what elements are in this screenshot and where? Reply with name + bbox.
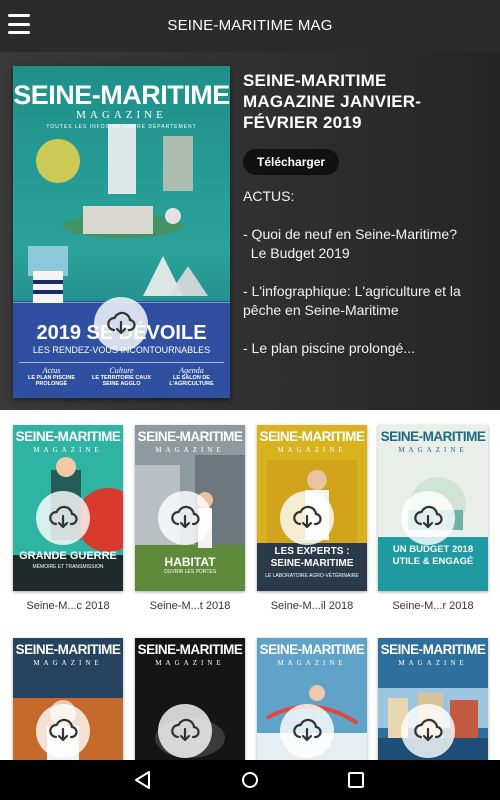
issue-label: Seine-M...c 2018	[26, 600, 110, 612]
issue-masthead: SEINE-MARITIME	[15, 429, 121, 444]
cloud-download-icon[interactable]	[94, 297, 148, 351]
issue-tile[interactable]: SEINE-MARITIME MAGAZINE	[135, 638, 245, 760]
issue-masthead: SEINE-MARITIME	[259, 429, 365, 444]
cover-teaser: Culture LE TERRITOIRE CAUX SEINE AGGLO	[92, 366, 151, 387]
featured-description: ACTUS: - Quoi de neuf en Seine-Maritime?…	[243, 187, 483, 358]
issue-submasthead: MAGAZINE	[33, 446, 103, 454]
issue-cover: SEINE-MARITIME MAGAZINE UN BUDGET 2018 U…	[378, 425, 488, 591]
issue-label: Seine-M...t 2018	[149, 600, 231, 612]
cover-teaser: Actus LE PLAN PISCINE PROLONGÉ	[27, 366, 76, 387]
issue-masthead: SEINE-MARITIME	[137, 642, 243, 657]
issue-cover: SEINE-MARITIME MAGAZINE	[257, 638, 367, 760]
issue-tile[interactable]: SEINE-MARITIME MAGAZINE	[378, 638, 488, 760]
cover-submasthead: MAGAZINE	[76, 109, 167, 121]
cover-teaser: Agenda LE SALON DE L'AGRICULTURE	[169, 366, 214, 387]
cloud-download-icon[interactable]	[280, 704, 334, 758]
cloud-download-icon[interactable]	[158, 491, 212, 545]
issue-subheadline: MÉMOIRE ET TRANSMISSION	[32, 564, 104, 570]
issue-masthead: SEINE-MARITIME	[15, 642, 121, 657]
nav-recents-icon[interactable]	[344, 768, 368, 792]
cloud-download-icon[interactable]	[401, 704, 455, 758]
issue-submasthead: MAGAZINE	[155, 446, 225, 454]
featured-cover[interactable]: SEINE-MARITIME MAGAZINE TOUTES LES INFOS…	[13, 66, 230, 398]
featured-info: SEINE-MARITIME MAGAZINE JANVIER-FÉVRIER …	[243, 70, 483, 358]
issue-submasthead: MAGAZINE	[155, 659, 225, 667]
issue-submasthead: MAGAZINE	[33, 659, 103, 667]
description-line: ACTUS:	[243, 188, 295, 204]
system-nav-bar	[0, 760, 500, 800]
issue-cover: SEINE-MARITIME MAGAZINE	[378, 638, 488, 760]
description-line: - Le plan piscine prolongé...	[243, 340, 415, 356]
issue-tile[interactable]: SEINE-MARITIME MAGAZINE GRANDE GUERRE MÉ…	[13, 425, 123, 612]
issues-grid: SEINE-MARITIME MAGAZINE GRANDE GUERRE MÉ…	[0, 410, 500, 760]
issue-submasthead: MAGAZINE	[277, 659, 347, 667]
cover-tagline: TOUTES LES INFOS DE VOTRE DÉPARTEMENT	[46, 124, 197, 130]
issue-submasthead: MAGAZINE	[398, 659, 468, 667]
download-button[interactable]: Télécharger	[243, 149, 340, 175]
issue-masthead: SEINE-MARITIME	[137, 429, 243, 444]
app-title: SEINE-MARITIME MAG	[167, 17, 333, 34]
issue-cover: SEINE-MARITIME MAGAZINE GRANDE GUERRE MÉ…	[13, 425, 123, 591]
issue-cover: SEINE-MARITIME MAGAZINE	[13, 638, 123, 760]
issue-tile[interactable]: SEINE-MARITIME MAGAZINE	[257, 638, 367, 760]
cloud-download-icon[interactable]	[36, 491, 90, 545]
issue-cover: SEINE-MARITIME MAGAZINE HABITAT OUVRIR L…	[135, 425, 245, 591]
issue-tile[interactable]: SEINE-MARITIME MAGAZINE HABITAT OUVRIR L…	[135, 425, 245, 612]
issue-masthead: SEINE-MARITIME	[259, 642, 365, 657]
description-line: - Quoi de neuf en Seine-Maritime?	[243, 226, 457, 242]
issue-headline: LES EXPERTS : SEINE-MARITIME	[270, 546, 354, 569]
issue-headline: GRANDE GUERRE	[19, 550, 117, 562]
cloud-download-icon[interactable]	[36, 704, 90, 758]
issue-subheadline: OUVRIR LES PORTES	[163, 569, 217, 575]
issue-masthead: SEINE-MARITIME	[380, 642, 486, 657]
nav-home-icon[interactable]	[238, 768, 262, 792]
cover-masthead: SEINE-MARITIME	[13, 80, 230, 110]
cloud-download-icon[interactable]	[280, 491, 334, 545]
nav-back-icon[interactable]	[131, 768, 155, 792]
issue-submasthead: MAGAZINE	[277, 446, 347, 454]
featured-title: SEINE-MARITIME MAGAZINE JANVIER-FÉVRIER …	[243, 71, 422, 132]
issue-masthead: SEINE-MARITIME	[380, 429, 486, 444]
issue-cover: SEINE-MARITIME MAGAZINE LES EXPERTS : SE…	[257, 425, 367, 591]
issue-label: Seine-M...r 2018	[392, 600, 474, 612]
description-line: - L'infographique: L'agriculture et la p…	[243, 283, 461, 318]
issue-tile[interactable]: SEINE-MARITIME MAGAZINE LES EXPERTS : SE…	[257, 425, 367, 612]
description-line: Le Budget 2019	[243, 245, 350, 261]
issue-headline: UN BUDGET 2018 UTILE & ENGAGÉ	[392, 544, 474, 567]
cloud-download-icon[interactable]	[158, 704, 212, 758]
issue-tile[interactable]: SEINE-MARITIME MAGAZINE	[13, 638, 123, 760]
issue-label: Seine-M...il 2018	[270, 600, 354, 612]
cloud-download-icon[interactable]	[401, 491, 455, 545]
featured-issue: SEINE-MARITIME MAGAZINE TOUTES LES INFOS…	[0, 52, 500, 410]
issue-submasthead: MAGAZINE	[398, 446, 468, 454]
cover-teasers: Actus LE PLAN PISCINE PROLONGÉ Culture L…	[19, 366, 224, 387]
issue-tile[interactable]: SEINE-MARITIME MAGAZINE UN BUDGET 2018 U…	[378, 425, 488, 612]
issue-headline: HABITAT	[164, 555, 216, 569]
issue-cover: SEINE-MARITIME MAGAZINE	[135, 638, 245, 760]
issue-subheadline: LE LABORATOIRE AGRO-VÉTÉRINAIRE	[265, 573, 359, 579]
app-bar: SEINE-MARITIME MAG	[0, 0, 500, 52]
